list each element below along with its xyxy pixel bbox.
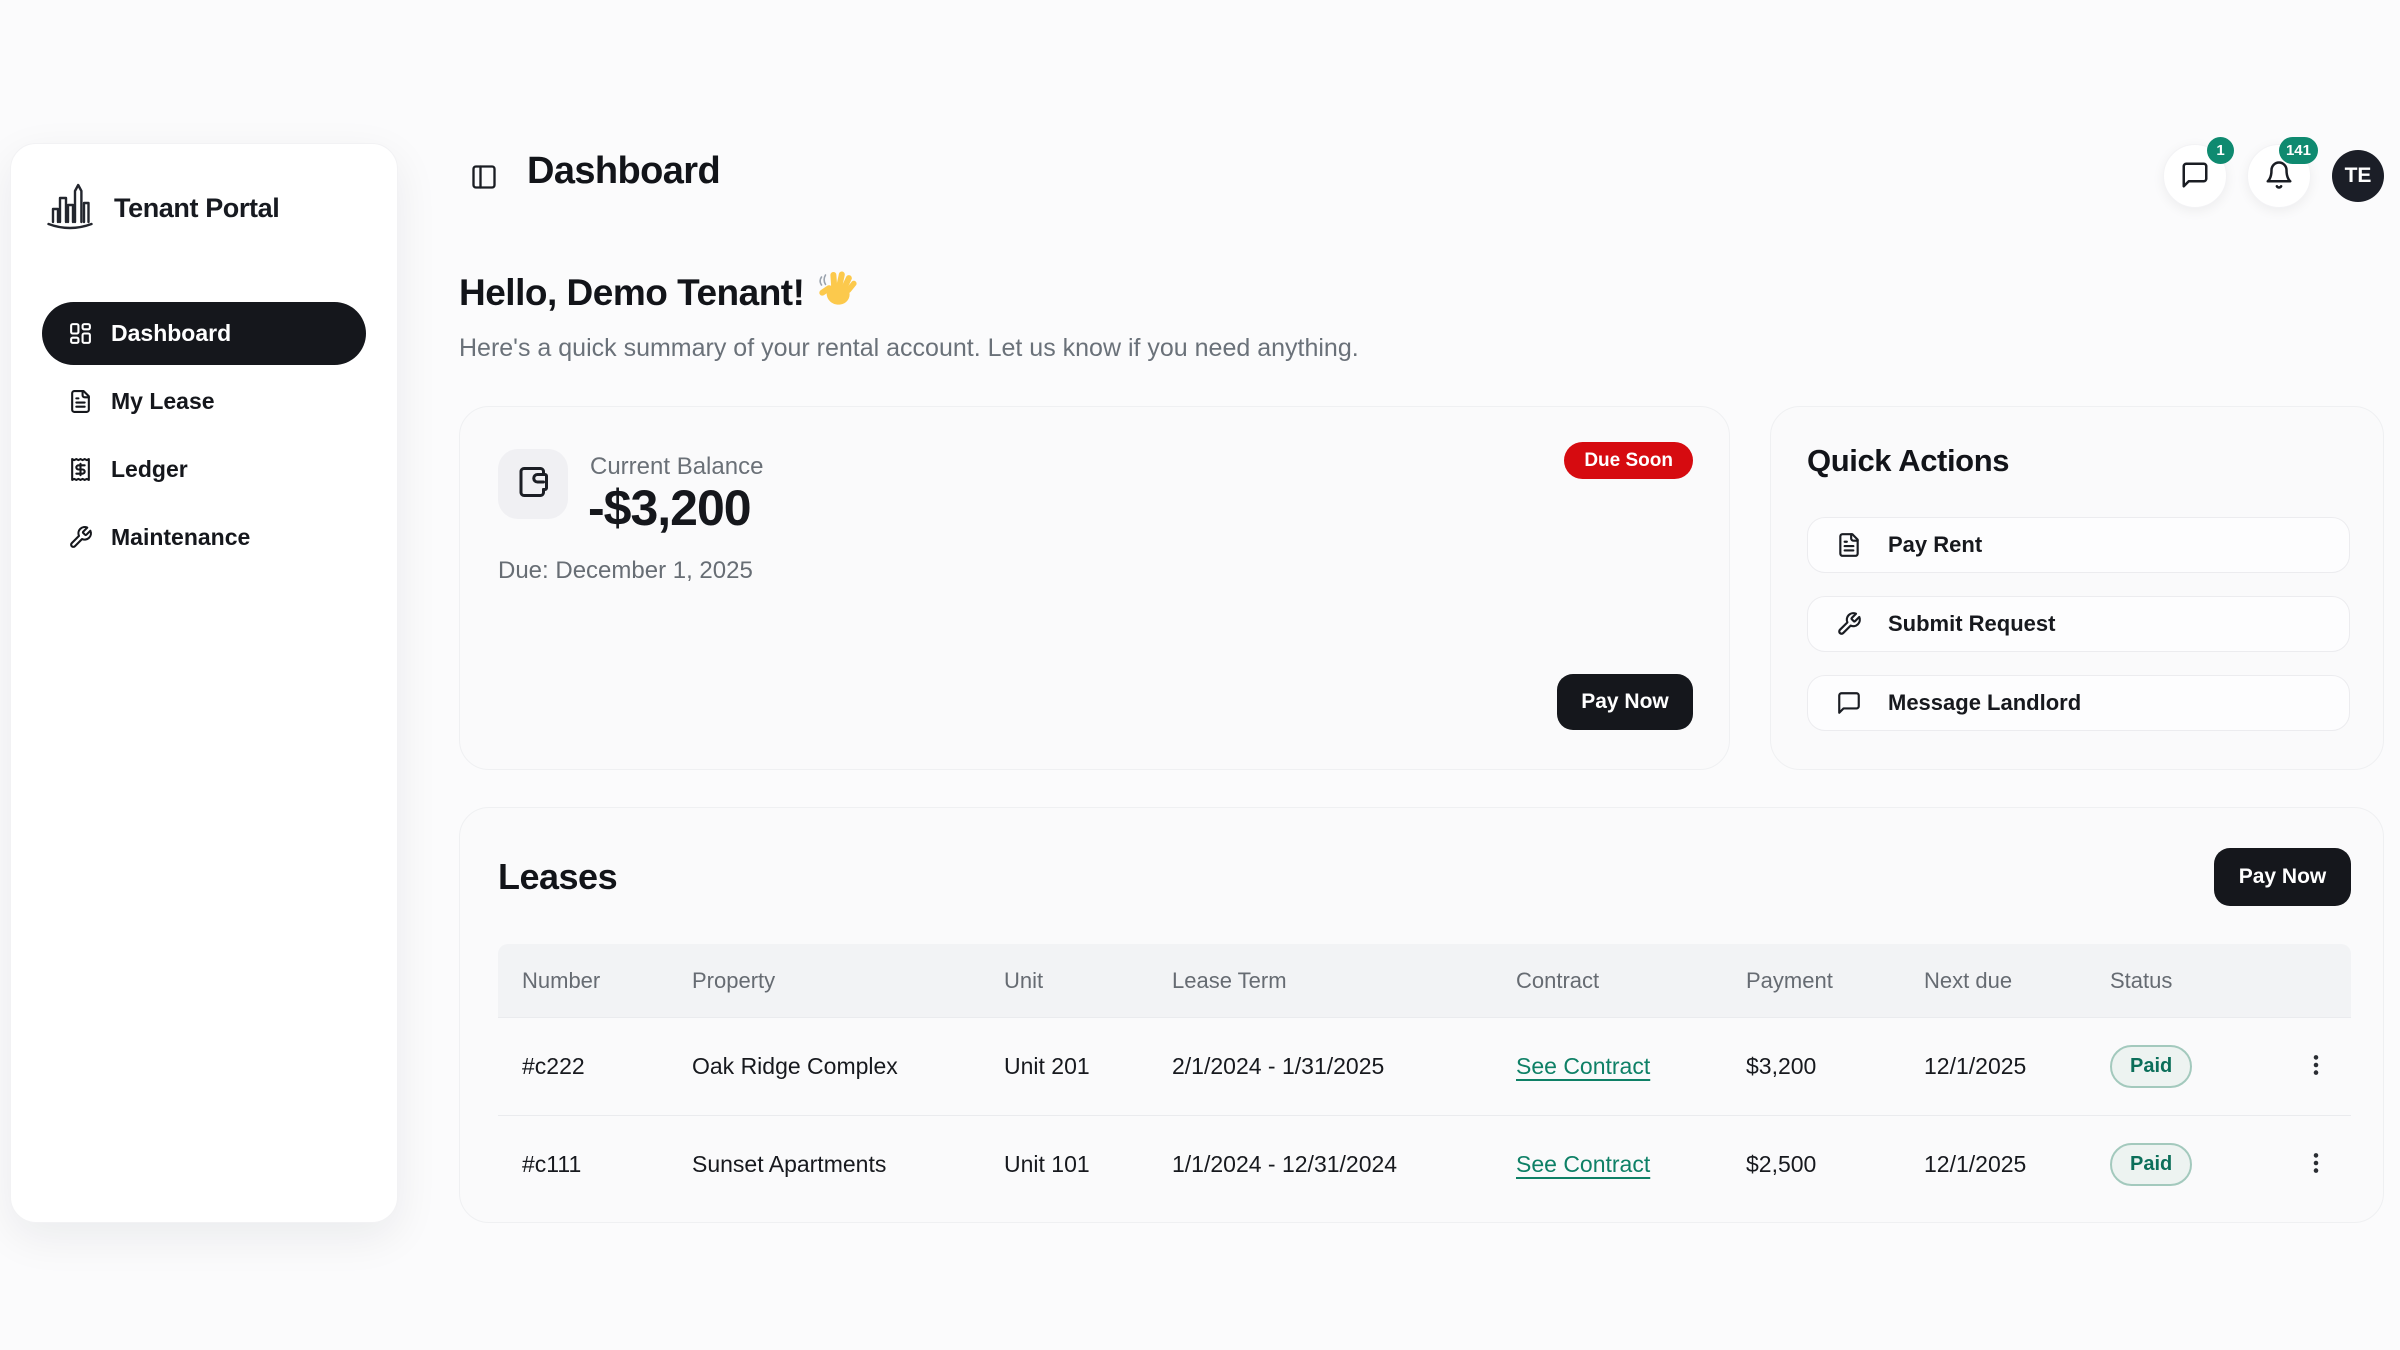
submit-request-button[interactable]: Submit Request: [1807, 596, 2350, 652]
lease-number: #c222: [498, 1053, 668, 1080]
lease-payment: $2,500: [1722, 1151, 1900, 1178]
leases-table-header: Number Property Unit Lease Term Contract…: [498, 944, 2351, 1017]
messages-count-badge: 1: [2207, 137, 2234, 164]
balance-label: Current Balance: [590, 453, 763, 481]
quick-actions-card: Quick Actions Pay Rent Submit Request: [1770, 406, 2384, 770]
row-menu-button[interactable]: [2296, 1047, 2336, 1087]
action-label: Message Landlord: [1888, 690, 2081, 716]
lease-term: 1/1/2024 - 12/31/2024: [1148, 1151, 1492, 1178]
greeting-subtitle: Here's a quick summary of your rental ac…: [459, 334, 1359, 363]
sidebar-item-label: Ledger: [111, 456, 188, 483]
balance-amount: -$3,200: [588, 479, 751, 537]
pay-now-button[interactable]: Pay Now: [1557, 674, 1693, 730]
sidebar: Tenant Portal Dashboard: [10, 143, 398, 1223]
sidebar-item-maintenance[interactable]: Maintenance: [42, 506, 366, 569]
col-header-property: Property: [668, 968, 980, 994]
see-contract-link[interactable]: See Contract: [1516, 1053, 1650, 1079]
user-avatar[interactable]: TE: [2332, 150, 2384, 202]
notifications-button[interactable]: 141: [2247, 144, 2311, 208]
page-title: Dashboard: [527, 150, 720, 193]
lease-number: #c111: [498, 1151, 668, 1178]
col-header-status: Status: [2086, 968, 2272, 994]
col-header-payment: Payment: [1722, 968, 1900, 994]
receipt-icon: [68, 457, 93, 482]
sidebar-item-dashboard[interactable]: Dashboard: [42, 302, 366, 365]
sidebar-item-label: Dashboard: [111, 320, 231, 347]
sidebar-item-ledger[interactable]: Ledger: [42, 438, 366, 501]
lease-row: #c222 Oak Ridge Complex Unit 201 2/1/202…: [498, 1017, 2351, 1115]
more-vertical-icon: [2303, 1150, 2329, 1179]
greeting-title: Hello, Demo Tenant!: [459, 268, 858, 317]
action-label: Pay Rent: [1888, 532, 1982, 558]
leases-table: Number Property Unit Lease Term Contract…: [498, 944, 2351, 1213]
due-date-text: Due: December 1, 2025: [498, 557, 753, 585]
layout-dashboard-icon: [68, 321, 93, 346]
leases-title: Leases: [498, 856, 617, 898]
lease-row: #c111 Sunset Apartments Unit 101 1/1/202…: [498, 1115, 2351, 1213]
file-text-icon: [1836, 532, 1862, 558]
sidebar-nav: Dashboard My Lease Ledge: [42, 302, 366, 569]
lease-unit: Unit 101: [980, 1151, 1148, 1178]
bell-icon: [2264, 160, 2294, 193]
message-square-icon: [2180, 160, 2210, 193]
app-logo: Tenant Portal: [42, 177, 366, 240]
row-menu-button[interactable]: [2296, 1145, 2336, 1185]
wallet-icon-tile: [498, 449, 568, 519]
lease-unit: Unit 201: [980, 1053, 1148, 1080]
leases-card: Leases Pay Now Number Property Unit Leas…: [459, 807, 2384, 1223]
leases-header: Leases Pay Now: [460, 808, 2383, 906]
message-square-icon: [1836, 690, 1862, 716]
notifications-count-badge: 141: [2279, 137, 2318, 164]
sidebar-item-label: Maintenance: [111, 524, 250, 551]
status-badge: Paid: [2110, 1143, 2192, 1186]
action-label: Submit Request: [1888, 611, 2055, 637]
sidebar-item-my-lease[interactable]: My Lease: [42, 370, 366, 433]
col-header-contract: Contract: [1492, 968, 1722, 994]
buildings-logo-icon: [46, 177, 94, 240]
status-badge: Paid: [2110, 1045, 2192, 1088]
pay-rent-button[interactable]: Pay Rent: [1807, 517, 2350, 573]
current-balance-card: Current Balance -$3,200 Due Soon Due: De…: [459, 406, 1730, 770]
more-vertical-icon: [2303, 1052, 2329, 1081]
app-title: Tenant Portal: [114, 193, 279, 224]
lease-next-due: 12/1/2025: [1900, 1053, 2086, 1080]
messages-button[interactable]: 1: [2163, 144, 2227, 208]
lease-property: Oak Ridge Complex: [668, 1053, 980, 1080]
sidebar-toggle-button[interactable]: [464, 158, 504, 198]
lease-next-due: 12/1/2025: [1900, 1151, 2086, 1178]
wrench-icon: [1836, 611, 1862, 637]
col-header-number: Number: [498, 968, 668, 994]
file-text-icon: [68, 389, 93, 414]
lease-property: Sunset Apartments: [668, 1151, 980, 1178]
see-contract-link[interactable]: See Contract: [1516, 1151, 1650, 1177]
greeting-text: Hello, Demo Tenant!: [459, 272, 804, 314]
col-header-next-due: Next due: [1900, 968, 2086, 994]
lease-term: 2/1/2024 - 1/31/2025: [1148, 1053, 1492, 1080]
wave-emoji: [818, 268, 858, 317]
due-soon-badge: Due Soon: [1564, 442, 1693, 479]
lease-payment: $3,200: [1722, 1053, 1900, 1080]
sidebar-item-label: My Lease: [111, 388, 215, 415]
wrench-icon: [68, 525, 93, 550]
col-header-lease-term: Lease Term: [1148, 968, 1492, 994]
panel-left-icon: [470, 163, 498, 194]
quick-actions-list: Pay Rent Submit Request Message Landlord: [1807, 517, 2350, 731]
message-landlord-button[interactable]: Message Landlord: [1807, 675, 2350, 731]
tenant-portal-page: Tenant Portal Dashboard: [0, 0, 2400, 1350]
leases-pay-now-button[interactable]: Pay Now: [2214, 848, 2351, 906]
quick-actions-title: Quick Actions: [1807, 443, 2009, 479]
wallet-icon: [515, 464, 551, 505]
col-header-unit: Unit: [980, 968, 1148, 994]
